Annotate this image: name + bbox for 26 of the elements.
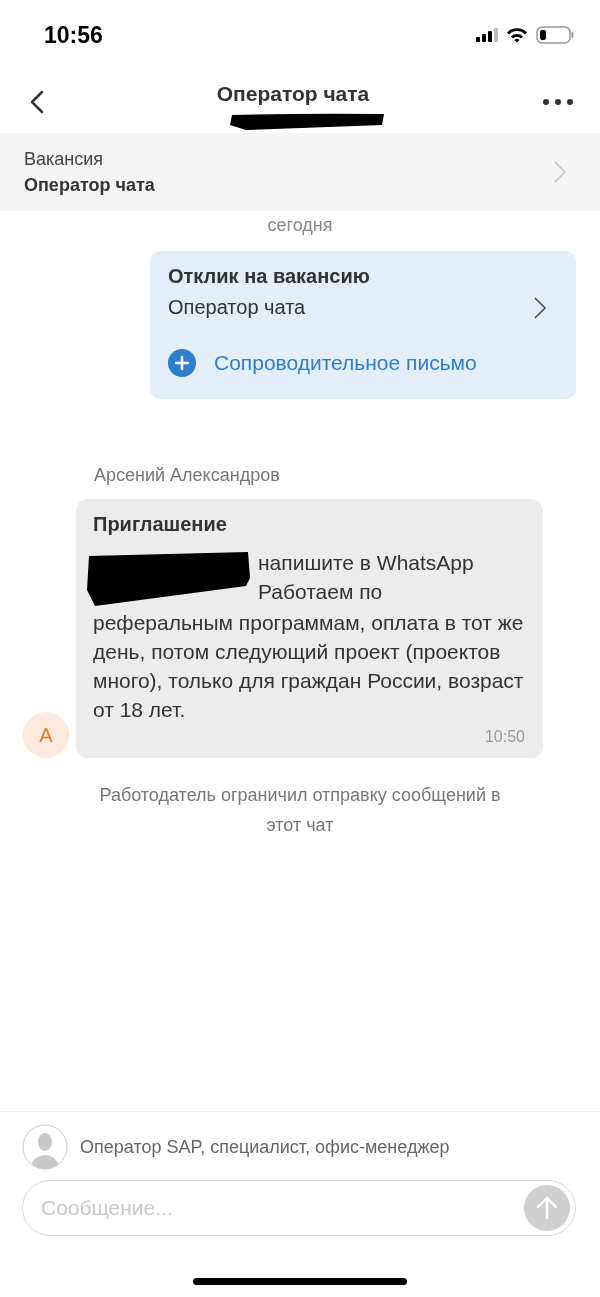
user-avatar-icon — [22, 1124, 68, 1170]
chat-title: Оператор чата — [216, 81, 370, 106]
vacancy-bar[interactable]: Вакансия Оператор чата — [0, 133, 600, 211]
back-icon — [30, 89, 44, 114]
sender-name: Арсений Александров — [94, 465, 281, 486]
vacancy-suggestion[interactable]: Оператор SAP, специалист, офис-менеджер — [80, 1136, 450, 1158]
arrow-up-icon — [534, 1195, 560, 1221]
chevron-icon — [534, 296, 546, 319]
response-vacancy-link[interactable]: Оператор чата — [168, 296, 558, 319]
more-icon — [542, 97, 574, 106]
vacancy-title: Оператор чата — [24, 174, 155, 196]
signal-icon — [476, 28, 498, 42]
vacancy-label: Вакансия — [24, 148, 105, 170]
message-text: реферальным программам, оплата в тот же день, потом следующий проект (проектов много), только для граждан России, возраст от 18 лет. — [93, 610, 525, 723]
plus-icon — [168, 349, 196, 377]
date-label: сегодня — [266, 215, 334, 236]
chevron-icon — [554, 161, 566, 183]
wifi-icon — [506, 27, 528, 43]
message-text: напишите в WhatsApp Работаем по — [258, 550, 475, 605]
response-title: Отклик на вакансию — [168, 265, 371, 288]
message-time: 10:50 — [484, 728, 525, 746]
cover-letter-button[interactable]: Сопроводительное письмо — [168, 349, 558, 377]
battery-icon — [536, 26, 574, 44]
message-title: Приглашение — [93, 513, 228, 536]
status-time: 10:56 — [44, 21, 103, 49]
restriction-notice: Работодатель ограничил отправку сообщений в этот чат — [98, 784, 502, 837]
